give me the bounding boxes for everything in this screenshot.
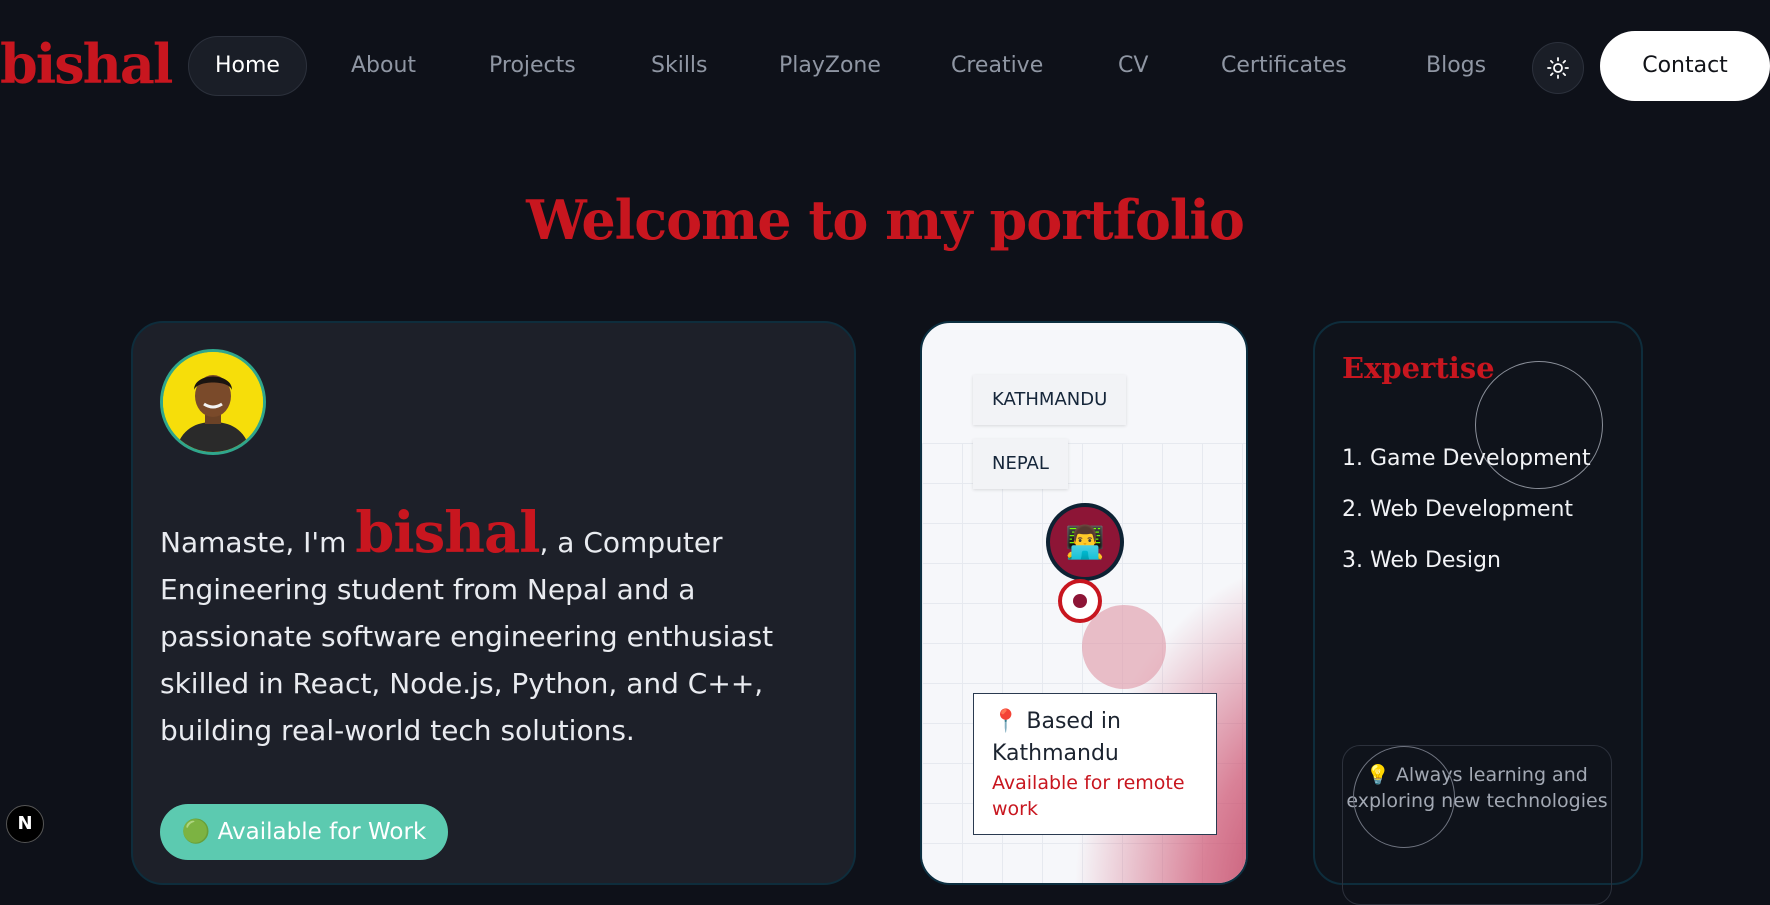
nav-creative[interactable]: Creative [951, 36, 1043, 96]
site-logo[interactable]: bishal [0, 24, 173, 104]
intro-name: bishal [355, 500, 540, 566]
nav-certificates[interactable]: Certificates [1221, 36, 1347, 96]
avatar [160, 349, 266, 455]
intro-greeting: Namaste, I'm [160, 526, 356, 559]
contact-button[interactable]: Contact [1600, 31, 1770, 101]
country-label: NEPAL [973, 439, 1068, 489]
sun-icon [1547, 57, 1569, 79]
list-item: 3. Web Design [1342, 548, 1501, 573]
intro-card: Namaste, I'm bishal, a Computer Engineer… [131, 321, 856, 885]
nav-about[interactable]: About [351, 36, 416, 96]
remote-work-note: Available for remote work [992, 772, 1185, 820]
nav-playzone[interactable]: PlayZone [779, 36, 881, 96]
available-for-work-button[interactable]: 🟢 Available for Work [160, 804, 448, 860]
based-in-title: 📍 Based in Kathmandu [992, 709, 1121, 766]
intro-paragraph: Namaste, I'm bishal, a Computer Engineer… [160, 505, 820, 754]
map-highlight-circle [1082, 605, 1166, 689]
learning-note: 💡 Always learning and exploring new tech… [1342, 745, 1612, 905]
nextjs-dev-badge[interactable]: N [6, 805, 44, 843]
nav-blogs[interactable]: Blogs [1426, 36, 1486, 96]
expertise-card: Expertise 1. Game Development 2. Web Dev… [1313, 321, 1643, 905]
location-card: KATHMANDU NEPAL 👨‍💻 📍 Based in Kathmandu… [920, 321, 1248, 885]
expertise-list: 1. Game Development 2. Web Development 3… [1342, 433, 1591, 586]
location-target-icon [1058, 579, 1102, 623]
theme-toggle-button[interactable] [1532, 42, 1584, 94]
city-label: KATHMANDU [973, 375, 1127, 425]
nav-projects[interactable]: Projects [489, 36, 576, 96]
decorative-circle [1353, 746, 1455, 848]
expertise-title: Expertise [1342, 351, 1495, 385]
list-item: 1. Game Development [1342, 446, 1591, 471]
page-title: Welcome to my portfolio [526, 188, 1245, 252]
nav-home[interactable]: Home [188, 36, 307, 96]
list-item: 2. Web Development [1342, 497, 1574, 522]
nav-skills[interactable]: Skills [651, 36, 708, 96]
based-in-box: 📍 Based in Kathmandu Available for remot… [973, 693, 1217, 835]
developer-pin-icon: 👨‍💻 [1046, 503, 1124, 581]
nav-cv[interactable]: CV [1118, 36, 1148, 96]
